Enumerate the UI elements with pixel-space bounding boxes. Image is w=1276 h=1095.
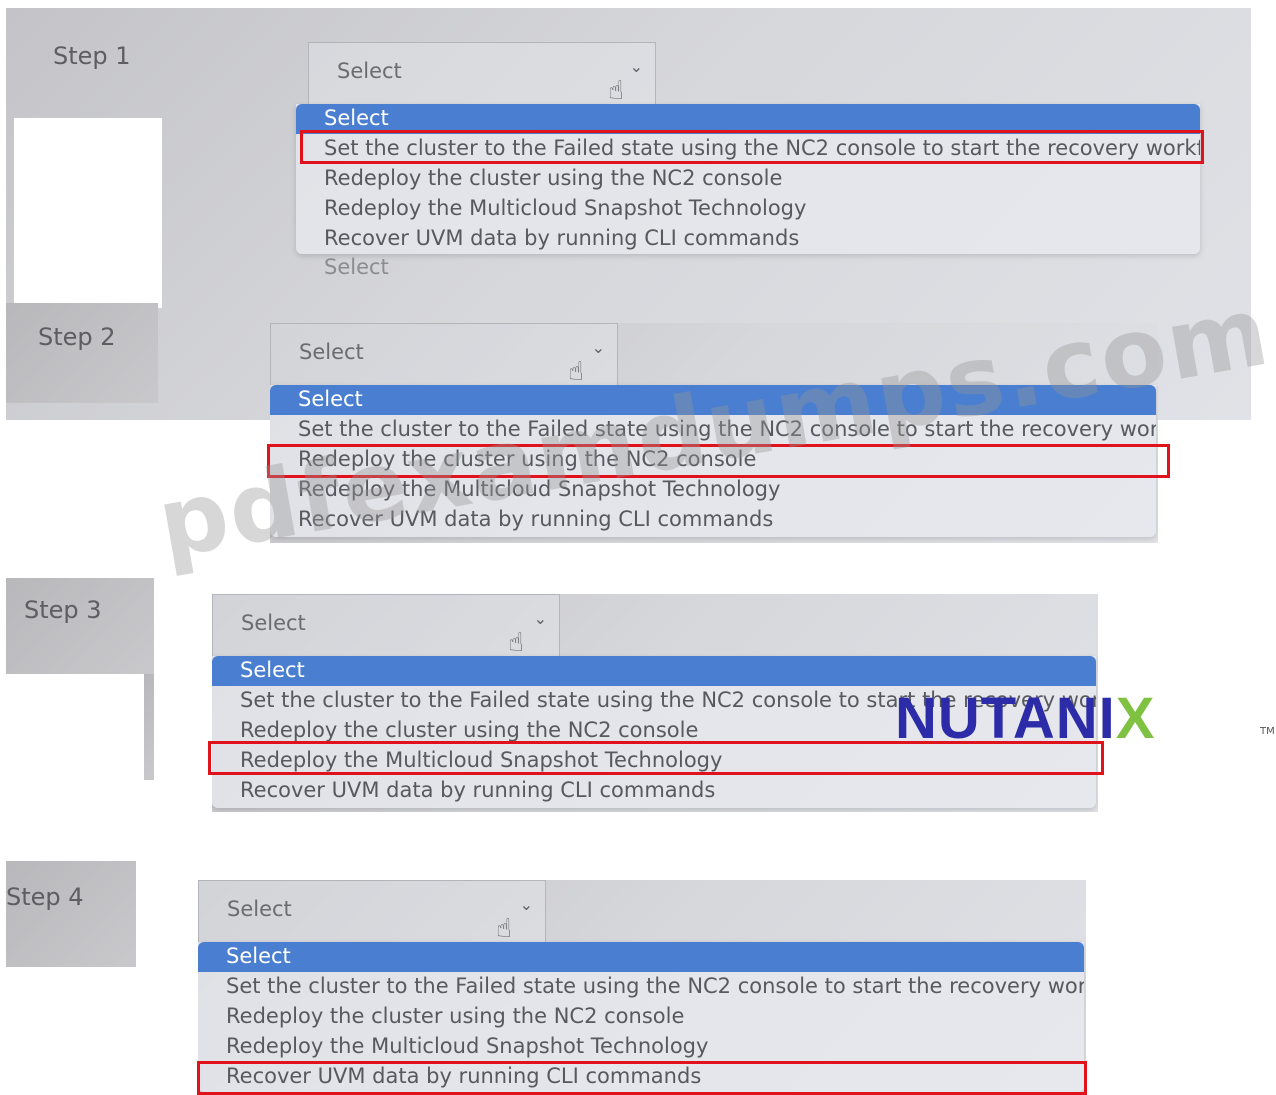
step3-option-0[interactable]: Select <box>212 656 1096 686</box>
hand-pointer-icon: ☝ <box>608 76 624 106</box>
step4-label: Step 4 <box>6 883 84 911</box>
step1-mask <box>14 118 162 308</box>
step4-option-4[interactable]: Recover UVM data by running CLI commands <box>198 1062 1084 1092</box>
hand-pointer-icon: ☝ <box>496 914 512 944</box>
step4-select-value: Select <box>227 897 292 921</box>
step1-option-1[interactable]: Set the cluster to the Failed state usin… <box>296 134 1200 164</box>
hand-pointer-icon: ☝ <box>568 357 584 387</box>
chevron-down-icon: ⌄ <box>629 57 643 76</box>
step1-select-value: Select <box>337 59 402 83</box>
step4-option-2[interactable]: Redeploy the cluster using the NC2 conso… <box>198 1002 1084 1032</box>
step1-select[interactable]: Select ⌄ <box>308 42 656 108</box>
trademark-mark: TM <box>1260 726 1275 737</box>
nutanix-logo: NUTANIX <box>895 685 1155 752</box>
logo-text: NUTANI <box>895 686 1116 751</box>
step2-select-value: Select <box>299 340 364 364</box>
step2-select[interactable]: Select ⌄ <box>270 323 618 387</box>
step4-select[interactable]: Select ⌄ <box>198 880 546 944</box>
step4-option-0[interactable]: Select <box>198 942 1084 972</box>
step4-screenshot: Select ⌄ ☝ Select Set the cluster to the… <box>198 880 1086 1092</box>
step4-dropdown: Select Set the cluster to the Failed sta… <box>198 942 1084 1092</box>
step1-next-select[interactable]: Select <box>324 255 389 279</box>
hand-pointer-icon: ☝ <box>508 628 524 658</box>
step3-tag-edge <box>144 674 154 780</box>
step3-label: Step 3 <box>24 596 102 624</box>
step1-label: Step 1 <box>53 42 131 70</box>
chevron-down-icon: ⌄ <box>519 895 533 914</box>
logo-x: X <box>1115 686 1156 751</box>
step4-option-1[interactable]: Set the cluster to the Failed state usin… <box>198 972 1084 1002</box>
step2-tag: Step 2 <box>6 303 158 403</box>
step1-option-2[interactable]: Redeploy the cluster using the NC2 conso… <box>296 164 1200 194</box>
chevron-down-icon: ⌄ <box>533 609 547 628</box>
step3-option-4[interactable]: Recover UVM data by running CLI commands <box>212 776 1096 806</box>
step3-select-value: Select <box>241 611 306 635</box>
step2-label: Step 2 <box>38 323 116 351</box>
step1-option-3[interactable]: Redeploy the Multicloud Snapshot Technol… <box>296 194 1200 224</box>
step1-option-4[interactable]: Recover UVM data by running CLI commands <box>296 224 1200 254</box>
step1-dropdown: Select Set the cluster to the Failed sta… <box>296 104 1200 254</box>
step3-tag: Step 3 <box>6 578 154 674</box>
step1-option-0[interactable]: Select <box>296 104 1200 134</box>
chevron-down-icon: ⌄ <box>591 338 605 357</box>
step4-tag: Step 4 <box>6 861 136 967</box>
step4-option-3[interactable]: Redeploy the Multicloud Snapshot Technol… <box>198 1032 1084 1062</box>
